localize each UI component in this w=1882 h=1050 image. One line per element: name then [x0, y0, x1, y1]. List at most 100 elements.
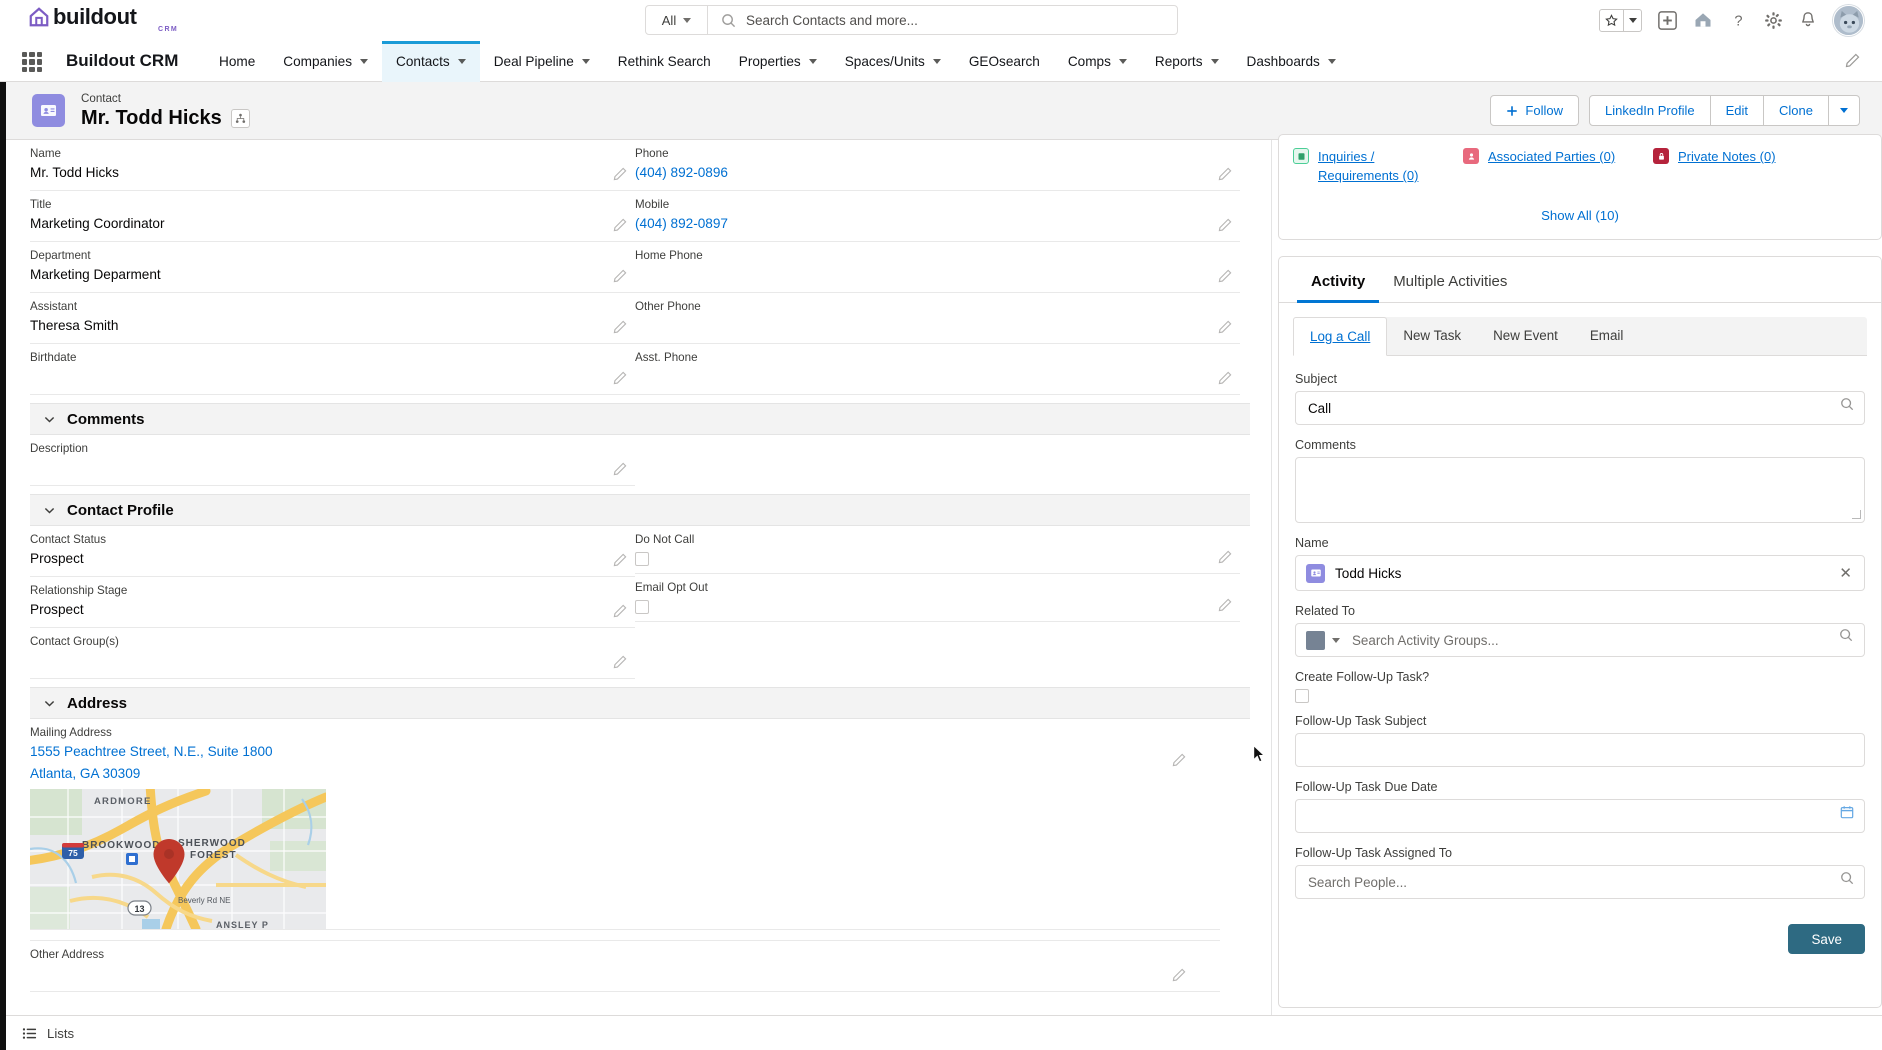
- comments-textarea[interactable]: [1295, 457, 1865, 523]
- hierarchy-icon[interactable]: [230, 108, 250, 128]
- email-opt-out-checkbox[interactable]: [635, 600, 649, 614]
- related-list-associated-parties[interactable]: Associated Parties (0): [1463, 147, 1653, 185]
- search-icon[interactable]: [1839, 628, 1853, 647]
- nav-item-deal-pipeline[interactable]: Deal Pipeline: [480, 41, 604, 82]
- name-lookup-pill[interactable]: Todd Hicks ✕: [1295, 555, 1865, 591]
- nav-item-companies[interactable]: Companies: [269, 41, 382, 82]
- edit-pencil-icon[interactable]: [1218, 550, 1232, 564]
- edit-pencil-icon[interactable]: [613, 655, 627, 669]
- subject-input[interactable]: Call: [1295, 391, 1865, 425]
- create-followup-task-checkbox[interactable]: [1295, 689, 1309, 703]
- search-icon[interactable]: [1840, 397, 1854, 416]
- buildout-logo[interactable]: buildout CRM: [28, 2, 177, 40]
- nav-item-comps[interactable]: Comps: [1054, 41, 1141, 82]
- nav-item-label: Companies: [283, 54, 353, 69]
- follow-button[interactable]: Follow: [1490, 95, 1579, 126]
- edit-pencil-icon[interactable]: [613, 167, 627, 181]
- edit-pencil-icon[interactable]: [1218, 167, 1232, 181]
- mailing-address-line2[interactable]: Atlanta, GA 30309: [30, 763, 1186, 785]
- edit-navigation-pencil-icon[interactable]: [1845, 53, 1860, 73]
- edit-pencil-icon[interactable]: [613, 320, 627, 334]
- app-name-label: Buildout CRM: [66, 51, 179, 70]
- save-button[interactable]: Save: [1788, 924, 1865, 954]
- followup-subject-input[interactable]: [1295, 733, 1865, 767]
- sub-tab-email[interactable]: Email: [1574, 317, 1639, 355]
- gear-icon[interactable]: [1764, 11, 1783, 30]
- followup-assigned-to-input[interactable]: Search People...: [1295, 865, 1865, 899]
- sub-tab-log-a-call[interactable]: Log a Call: [1293, 317, 1388, 356]
- nav-item-reports[interactable]: Reports: [1141, 41, 1233, 82]
- bell-icon[interactable]: [1799, 11, 1817, 29]
- field-value[interactable]: (404) 892-0897: [635, 213, 1206, 234]
- related-list-link-label[interactable]: Inquiries / Requirements (0): [1318, 147, 1428, 185]
- related-list-link-label[interactable]: Private Notes (0): [1678, 147, 1776, 166]
- remove-name-icon[interactable]: ✕: [1839, 566, 1852, 581]
- edit-pencil-icon[interactable]: [613, 218, 627, 232]
- field-value: [635, 264, 1206, 285]
- followup-due-date-input[interactable]: [1295, 799, 1865, 833]
- nav-item-home[interactable]: Home: [205, 41, 269, 82]
- edit-button[interactable]: Edit: [1710, 95, 1765, 126]
- section-header-comments[interactable]: Comments: [30, 403, 1250, 435]
- calendar-icon[interactable]: [1840, 805, 1854, 824]
- related-list-link-label[interactable]: Associated Parties (0): [1488, 147, 1615, 166]
- edit-pencil-icon[interactable]: [613, 269, 627, 283]
- related-list-private-notes[interactable]: Private Notes (0): [1653, 147, 1823, 185]
- edit-pencil-icon[interactable]: [1172, 753, 1186, 767]
- edit-pencil-icon[interactable]: [613, 553, 627, 567]
- star-icon[interactable]: [1600, 10, 1623, 31]
- linkedin-profile-button[interactable]: LinkedIn Profile: [1589, 95, 1711, 126]
- nav-items: Home Companies Contacts Deal Pipeline Re…: [205, 41, 1350, 82]
- favorites-group[interactable]: [1599, 8, 1642, 32]
- more-actions-button[interactable]: [1829, 95, 1860, 126]
- sub-tab-new-task[interactable]: New Task: [1387, 317, 1477, 355]
- do-not-call-checkbox[interactable]: [635, 552, 649, 566]
- edit-pencil-icon[interactable]: [1218, 320, 1232, 334]
- field-assistant: Assistant Theresa Smith: [30, 293, 635, 344]
- help-icon[interactable]: ?: [1729, 11, 1748, 30]
- chevron-down-icon[interactable]: [1332, 637, 1340, 643]
- app-launcher-icon[interactable]: [22, 52, 42, 72]
- edit-pencil-icon[interactable]: [613, 462, 627, 476]
- section-header-address[interactable]: Address: [30, 687, 1250, 719]
- buildout-home-icon[interactable]: [1693, 10, 1713, 30]
- nav-item-contacts[interactable]: Contacts: [382, 41, 480, 82]
- edit-pencil-icon[interactable]: [1172, 968, 1186, 982]
- nav-item-spaces-units[interactable]: Spaces/Units: [831, 41, 955, 82]
- address-map[interactable]: ARDMORE BROOKWOOD SHERWOOD FOREST Beverl…: [30, 789, 326, 929]
- edit-pencil-icon[interactable]: [613, 371, 627, 385]
- search-icon[interactable]: [1840, 871, 1854, 890]
- field-email-opt-out: Email Opt Out: [635, 574, 1240, 622]
- clone-button-label: Clone: [1779, 103, 1813, 118]
- nav-item-geosearch[interactable]: GEOsearch: [955, 41, 1054, 82]
- edit-pencil-icon[interactable]: [1218, 269, 1232, 283]
- related-list-inquiries-requirements[interactable]: Inquiries / Requirements (0): [1293, 147, 1463, 185]
- follow-button-label: Follow: [1525, 103, 1563, 118]
- footer-item-lists[interactable]: Lists: [22, 1026, 74, 1041]
- nav-item-rethink-search[interactable]: Rethink Search: [604, 41, 725, 82]
- sub-tab-new-event[interactable]: New Event: [1477, 317, 1574, 355]
- favorites-chevron-down-icon[interactable]: [1623, 9, 1641, 31]
- show-all-link[interactable]: Show All (10): [1293, 208, 1867, 223]
- clone-button[interactable]: Clone: [1764, 95, 1829, 126]
- svg-text:75: 75: [68, 848, 78, 858]
- edit-pencil-icon[interactable]: [1218, 218, 1232, 232]
- tab-activity[interactable]: Activity: [1297, 257, 1380, 303]
- svg-text:?: ?: [1734, 13, 1742, 29]
- search-scope-selector[interactable]: All: [646, 6, 708, 34]
- add-icon[interactable]: [1658, 10, 1677, 30]
- global-search[interactable]: All Search Contacts and more...: [645, 5, 1178, 35]
- edit-pencil-icon[interactable]: [1218, 371, 1232, 385]
- nav-item-dashboards[interactable]: Dashboards: [1233, 41, 1350, 82]
- section-header-contact-profile[interactable]: Contact Profile: [30, 494, 1250, 526]
- footer-utility-bar: Lists: [6, 1015, 1882, 1050]
- edit-pencil-icon[interactable]: [1218, 598, 1232, 612]
- nav-item-properties[interactable]: Properties: [725, 41, 831, 82]
- field-value[interactable]: (404) 892-0896: [635, 162, 1206, 183]
- mailing-address-line1[interactable]: 1555 Peachtree Street, N.E., Suite 1800: [30, 741, 1186, 763]
- avatar[interactable]: [1833, 4, 1864, 36]
- tab-multiple-activities[interactable]: Multiple Activities: [1379, 257, 1521, 302]
- edit-pencil-icon[interactable]: [613, 604, 627, 618]
- related-to-input[interactable]: Search Activity Groups...: [1295, 623, 1865, 657]
- search-input[interactable]: Search Contacts and more...: [746, 13, 918, 28]
